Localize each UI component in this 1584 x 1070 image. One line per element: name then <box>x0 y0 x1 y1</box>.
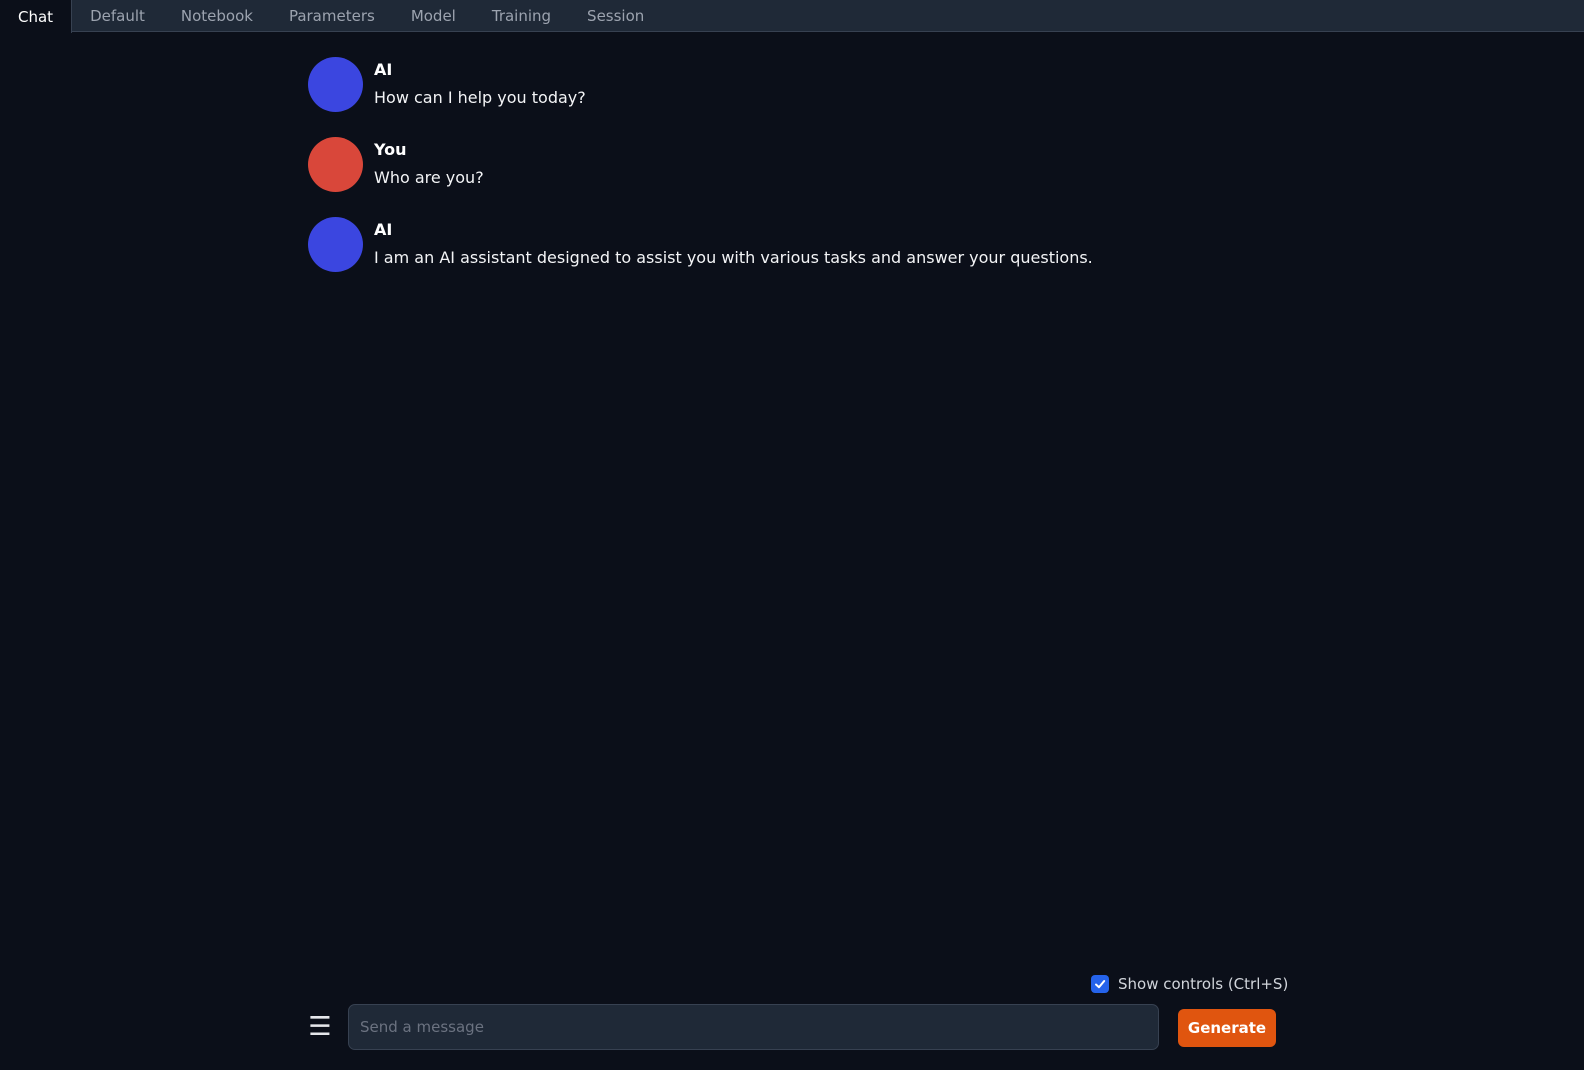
hamburger-menu-icon[interactable]: ☰ <box>305 1012 335 1042</box>
message-body: AI I am an AI assistant designed to assi… <box>374 217 1093 268</box>
chat-message: AI I am an AI assistant designed to assi… <box>308 217 1268 272</box>
chat-history: AI How can I help you today? You Who are… <box>308 57 1268 297</box>
chat-message: You Who are you? <box>308 137 1268 192</box>
message-text: I am an AI assistant designed to assist … <box>374 248 1093 267</box>
message-text: Who are you? <box>374 168 484 187</box>
tab-bar: Chat Default Notebook Parameters Model T… <box>0 0 1584 33</box>
message-sender: AI <box>374 60 393 79</box>
message-sender: You <box>374 140 407 159</box>
checkmark-icon <box>1095 980 1106 989</box>
tab-notebook[interactable]: Notebook <box>163 0 271 31</box>
chat-message: AI How can I help you today? <box>308 57 1268 112</box>
show-controls-toggle[interactable]: Show controls (Ctrl+S) <box>1091 975 1288 993</box>
avatar <box>308 137 363 192</box>
generate-button[interactable]: Generate <box>1178 1009 1276 1047</box>
message-text: How can I help you today? <box>374 88 586 107</box>
message-sender: AI <box>374 220 393 239</box>
show-controls-label: Show controls (Ctrl+S) <box>1118 975 1289 993</box>
avatar <box>308 57 363 112</box>
message-body: AI How can I help you today? <box>374 57 586 108</box>
message-input[interactable] <box>348 1004 1159 1050</box>
tab-parameters[interactable]: Parameters <box>271 0 393 31</box>
tab-default[interactable]: Default <box>72 0 163 31</box>
message-input-row: ☰ Generate <box>305 1004 1277 1050</box>
tab-training[interactable]: Training <box>474 0 569 31</box>
avatar <box>308 217 363 272</box>
tab-model[interactable]: Model <box>393 0 474 31</box>
tab-chat[interactable]: Chat <box>0 0 73 33</box>
show-controls-checkbox[interactable] <box>1091 975 1109 993</box>
tab-session[interactable]: Session <box>569 0 662 31</box>
message-body: You Who are you? <box>374 137 484 188</box>
